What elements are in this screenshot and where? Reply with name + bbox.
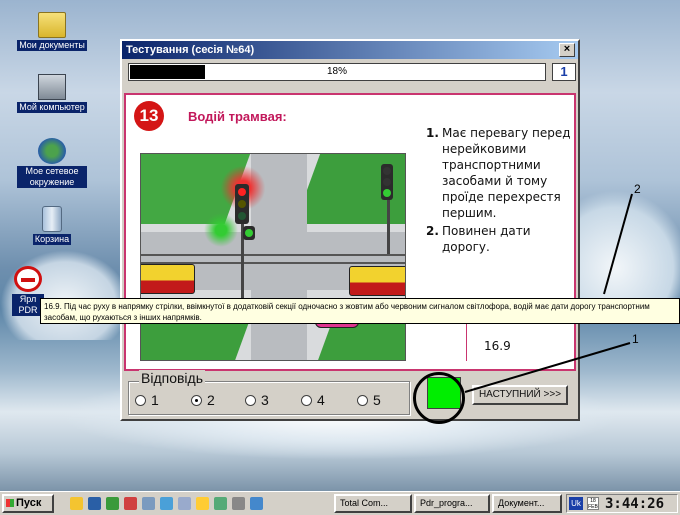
quicklaunch-app-icon[interactable] <box>250 497 263 510</box>
annotation-label-1: 1 <box>632 332 639 346</box>
calendar-month: FEB <box>588 504 598 510</box>
calendar-icon[interactable]: 18 FEB <box>587 497 599 510</box>
quicklaunch-app-icon[interactable] <box>232 497 245 510</box>
system-tray: Uk 18 FEB 3:44:26 <box>566 494 678 513</box>
start-button[interactable]: Пуск <box>2 494 54 513</box>
quicklaunch-app-icon[interactable] <box>178 497 191 510</box>
task-total-commander[interactable]: Total Com... <box>334 494 412 513</box>
clock[interactable]: 3:44:26 <box>605 496 664 512</box>
taskbar: Пуск Total Com... Pdr_progra... Документ… <box>0 491 680 515</box>
language-indicator[interactable]: Uk <box>569 497 583 510</box>
quicklaunch-app-icon[interactable] <box>214 497 227 510</box>
quicklaunch-app-icon[interactable] <box>106 497 119 510</box>
task-document[interactable]: Документ... <box>492 494 562 513</box>
annotation-line-1 <box>464 342 631 393</box>
quicklaunch-media-icon[interactable] <box>70 497 83 510</box>
quicklaunch-app-icon[interactable] <box>124 497 137 510</box>
quicklaunch-save-icon[interactable] <box>88 497 101 510</box>
annotation-lines <box>464 193 633 393</box>
quicklaunch-app-icon[interactable] <box>160 497 173 510</box>
quicklaunch-app-icon[interactable] <box>196 497 209 510</box>
annotation-line-2 <box>603 193 633 295</box>
task-pdr-program[interactable]: Pdr_progra... <box>414 494 490 513</box>
quicklaunch-app-icon[interactable] <box>142 497 155 510</box>
annotation-label-2: 2 <box>634 182 641 196</box>
